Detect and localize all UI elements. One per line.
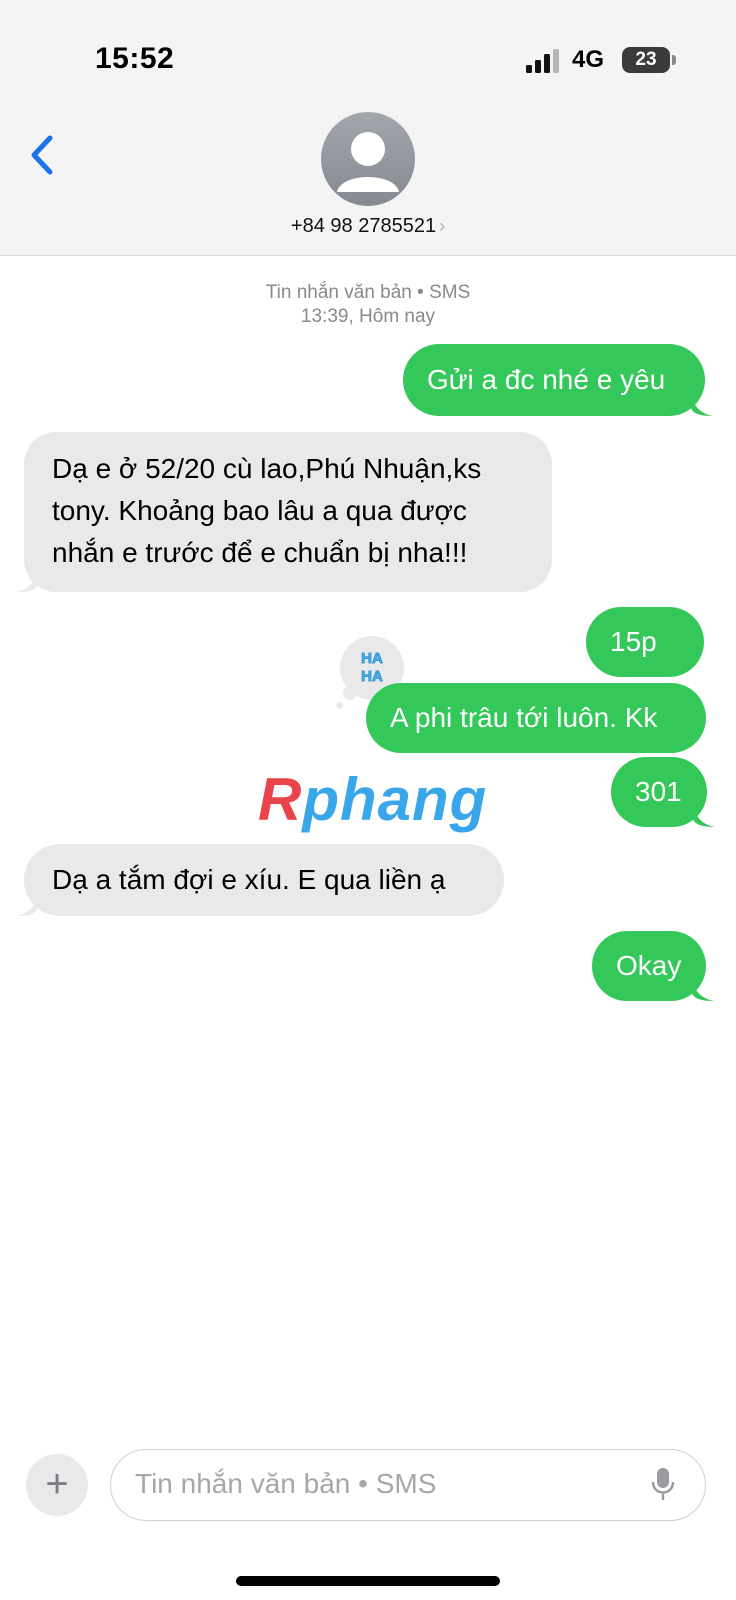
svg-text:HA: HA <box>361 668 383 685</box>
service-label: Tin nhắn văn bản • SMS <box>265 282 471 303</box>
bubble-tail <box>691 394 713 416</box>
message-input[interactable]: Tin nhắn văn bản • SMS <box>110 1449 706 1521</box>
message-bubble-sent[interactable]: 301 <box>611 757 715 827</box>
message-input-placeholder: Tin nhắn văn bản • SMS <box>135 1468 437 1499</box>
message-bubble-sent[interactable]: Okay <box>592 931 714 1001</box>
watermark-first: R <box>258 766 303 833</box>
message-text: 301 <box>635 776 682 807</box>
contact-avatar[interactable] <box>321 112 415 206</box>
add-attachment-button[interactable]: + <box>26 1454 88 1516</box>
message-bubble-received[interactable]: Dạ a tắm đợi e xíu. E qua liền ạ <box>16 844 504 916</box>
cellular-signal-icon <box>526 49 559 73</box>
watermark-rest: phang <box>302 766 488 833</box>
svg-text:HA: HA <box>361 650 383 667</box>
reaction-tail-dot <box>336 702 343 709</box>
battery-cap <box>672 55 676 65</box>
thread-timestamp: 13:39, Hôm nay <box>300 306 436 327</box>
chevron-right-icon: › <box>439 216 446 236</box>
person-icon <box>337 132 399 192</box>
back-chevron-icon[interactable] <box>26 130 62 180</box>
watermark: Rphang <box>258 765 487 834</box>
message-text: Dạ e ở 52/20 cù lao,Phú Nhuận,ks tony. K… <box>52 453 482 568</box>
microphone-icon[interactable] <box>651 1466 675 1502</box>
battery-icon: 23 <box>622 47 670 73</box>
message-text: Okay <box>616 950 682 981</box>
status-time: 15:52 <box>95 42 175 75</box>
message-text: Gửi a đc nhé e yêu <box>427 364 666 395</box>
contact-number: +84 98 2785521 <box>290 215 437 237</box>
conversation-header: 15:52 4G 23 +84 98 2785521 › <box>0 0 736 256</box>
bubble-tail <box>692 979 714 1001</box>
message-text: Dạ a tắm đợi e xíu. E qua liền ạ <box>52 864 446 895</box>
contact-name[interactable]: +84 98 2785521 › <box>0 215 736 238</box>
message-bubble-sent[interactable]: A phi trâu tới luôn. Kk <box>366 683 706 753</box>
message-text: A phi trâu tới luôn. Kk <box>390 702 658 733</box>
bubble-tail <box>693 805 715 827</box>
message-bubble-sent[interactable]: 15p e <box>586 607 704 727</box>
message-bubble-received[interactable]: Dạ e ở 52/20 cù lao,Phú Nhuận,ks tony. K… <box>16 432 552 592</box>
home-indicator <box>236 1576 500 1586</box>
message-bubble-sent[interactable]: Gửi a đc nhé e yêu <box>403 344 713 416</box>
bubble-tail <box>16 894 38 916</box>
network-type: 4G <box>572 46 605 73</box>
bubble-tail <box>16 570 38 592</box>
